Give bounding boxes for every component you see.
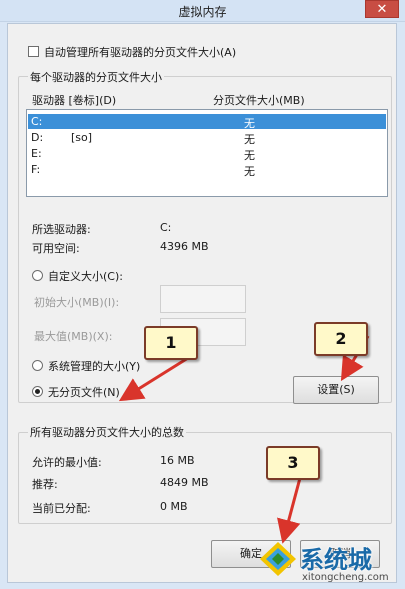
drive-size: 无 [244,117,255,130]
drive-letter: C: [31,115,43,128]
custom-size-radio[interactable] [32,270,43,281]
allocated-value: 0 MB [160,500,188,513]
auto-manage-checkbox[interactable] [28,46,39,57]
max-size-label: 最大值(MB)(X): [34,330,113,343]
selected-drive-label: 所选驱动器: [32,223,91,236]
drive-row-c[interactable]: C: 无 [28,114,386,130]
no-paging-radio[interactable] [32,386,43,397]
drive-letter: E: [31,147,42,160]
callout-1: 1 [144,326,198,360]
drive-row-d[interactable]: D: [so] 无 [28,130,386,146]
callout-2: 2 [314,322,368,356]
drive-size: 无 [244,149,255,162]
custom-size-label[interactable]: 自定义大小(C): [48,268,123,284]
selected-drive-value: C: [160,221,172,234]
no-paging-label[interactable]: 无分页文件(N) [48,384,120,400]
recommended-label: 推荐: [32,478,58,491]
window-title: 虚拟内存 [178,5,227,19]
system-managed-label[interactable]: 系统管理的大小(Y) [48,358,140,374]
drive-letter: D: [31,131,44,144]
drive-size: 无 [244,133,255,146]
watermark-logo-icon [260,542,296,576]
initial-size-input[interactable] [160,285,246,313]
drive-row-e[interactable]: E: 无 [28,146,386,162]
min-size-value: 16 MB [160,454,195,467]
title-bar: 虚拟内存 ✕ [0,0,405,22]
min-size-label: 允许的最小值: [32,456,102,469]
column-header-drive: 驱动器 [卷标](D) [32,94,117,107]
set-button[interactable]: 设置(S) [293,376,379,404]
callout-3: 3 [266,446,320,480]
free-space-label: 可用空间: [32,242,80,255]
initial-size-label: 初始大小(MB)(I): [34,296,120,309]
column-header-size: 分页文件大小(MB) [213,94,305,107]
drive-list[interactable]: C: 无 D: [so] 无 E: 无 F: 无 [26,109,388,197]
drive-row-f[interactable]: F: 无 [28,162,386,178]
totals-group-legend: 所有驱动器分页文件大小的总数 [28,424,186,440]
drive-label: [so] [71,131,93,144]
watermark-text: 系统城 [300,546,372,574]
auto-manage-label[interactable]: 自动管理所有驱动器的分页文件大小(A) [44,44,236,60]
drive-letter: F: [31,163,41,176]
system-managed-radio[interactable] [32,360,43,371]
drives-group-legend: 每个驱动器的分页文件大小 [28,69,164,85]
allocated-label: 当前已分配: [32,502,91,515]
drive-size: 无 [244,165,255,178]
free-space-value: 4396 MB [160,240,209,253]
close-button[interactable]: ✕ [365,0,399,18]
recommended-value: 4849 MB [160,476,209,489]
watermark-url: xitongcheng.com [302,572,389,583]
